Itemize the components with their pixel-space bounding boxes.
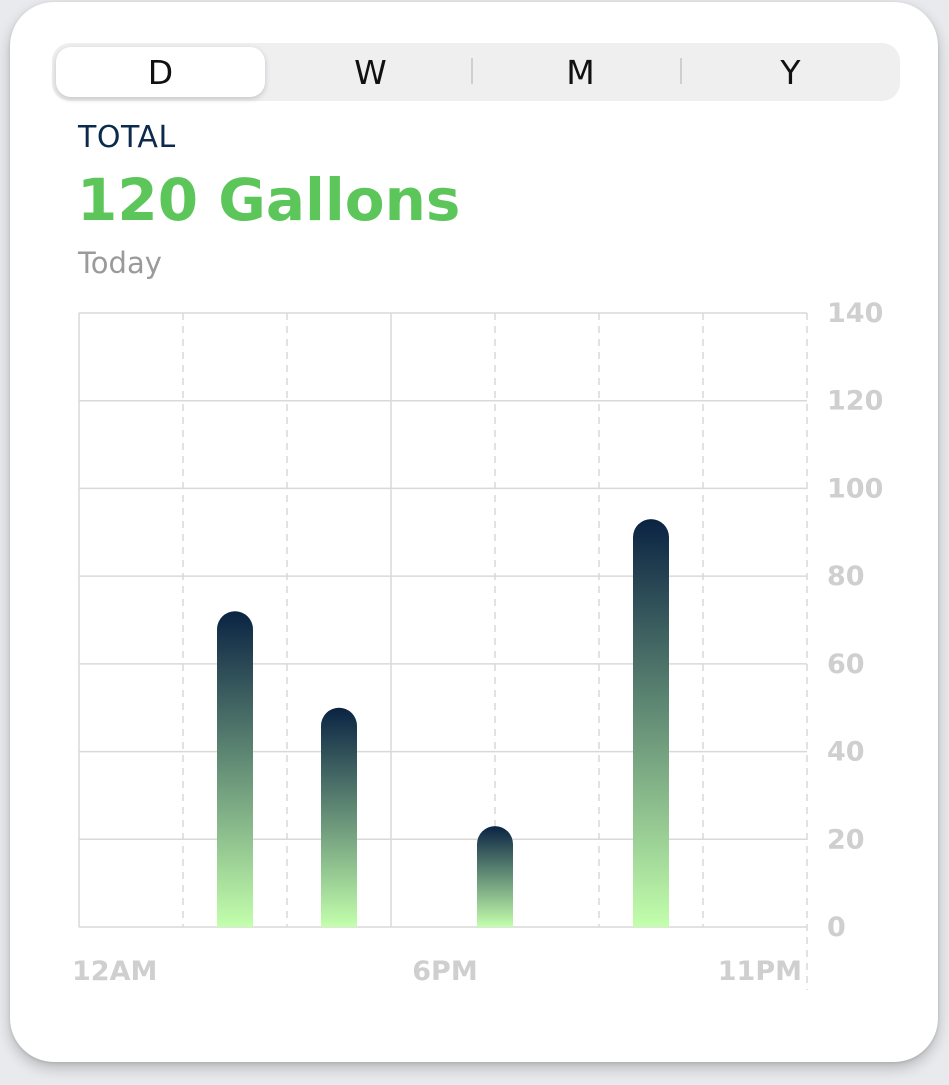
bar [321, 707, 357, 927]
x-tick-label: 11PM [718, 956, 802, 987]
bar [633, 519, 669, 927]
bar [477, 826, 513, 927]
y-tick-label: 60 [827, 649, 865, 680]
y-tick-label: 0 [827, 912, 846, 943]
y-tick-label: 40 [827, 737, 865, 768]
usage-bar-chart: 0 20 40 60 80 100 120 140 12AM 6PM 11PM [72, 298, 883, 990]
x-tick-label: 6PM [412, 956, 477, 987]
bar [217, 611, 253, 927]
chart-bars [217, 519, 669, 927]
x-tick-label: 12AM [72, 956, 157, 987]
y-tick-label: 140 [827, 298, 883, 329]
chart-grid [78, 312, 808, 990]
y-tick-label: 20 [827, 824, 865, 855]
y-tick-label: 80 [827, 561, 865, 592]
y-tick-label: 100 [827, 473, 883, 504]
y-tick-label: 120 [827, 386, 883, 417]
